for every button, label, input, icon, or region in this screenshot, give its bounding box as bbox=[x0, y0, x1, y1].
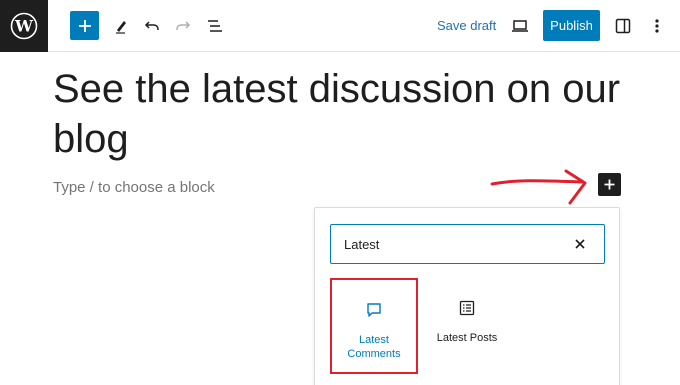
add-block-button[interactable] bbox=[70, 11, 99, 40]
sidebar-toggle-icon bbox=[615, 18, 631, 34]
block-inserter-toggle[interactable] bbox=[598, 173, 621, 196]
publish-button[interactable]: Publish bbox=[543, 10, 600, 41]
plus-icon bbox=[604, 179, 615, 190]
list-view-button[interactable] bbox=[200, 11, 230, 41]
wordpress-logo-button[interactable]: W bbox=[0, 0, 48, 52]
pencil-icon bbox=[116, 21, 126, 34]
comment-icon bbox=[367, 303, 381, 317]
plus-icon bbox=[78, 19, 91, 32]
block-search-input[interactable]: Latest bbox=[330, 224, 605, 264]
clear-search-button[interactable] bbox=[571, 235, 589, 253]
wordpress-logo-icon: W bbox=[10, 12, 38, 40]
block-option-latest-comments[interactable]: Latest Comments bbox=[330, 278, 418, 374]
block-option-label: Latest Comments bbox=[347, 334, 401, 360]
post-title[interactable]: See the latest discussion on our blog bbox=[53, 64, 653, 164]
quick-inserter-popover: Latest Latest Comments Latest Posts bbox=[314, 207, 620, 385]
preview-button[interactable] bbox=[505, 11, 535, 41]
close-icon bbox=[575, 239, 585, 249]
block-placeholder[interactable]: Type / to choose a block bbox=[53, 179, 215, 196]
tools-button[interactable] bbox=[106, 11, 136, 41]
redo-button[interactable] bbox=[168, 11, 198, 41]
annotation-arrow-icon bbox=[490, 169, 587, 205]
settings-button[interactable] bbox=[608, 11, 638, 41]
save-draft-button[interactable]: Save draft bbox=[437, 18, 496, 33]
editor-toolbar: W Save draft Publish bbox=[0, 0, 680, 52]
undo-icon bbox=[144, 21, 159, 30]
list-view-icon bbox=[208, 20, 222, 32]
svg-text:W: W bbox=[14, 17, 34, 36]
redo-icon bbox=[176, 21, 191, 30]
options-button[interactable] bbox=[642, 11, 672, 41]
laptop-icon bbox=[512, 20, 528, 32]
more-vertical-icon bbox=[655, 19, 659, 33]
undo-button[interactable] bbox=[137, 11, 167, 41]
post-list-icon bbox=[459, 300, 475, 316]
search-input-value: Latest bbox=[344, 237, 380, 252]
block-option-label: Latest Posts bbox=[436, 332, 498, 344]
block-option-latest-posts[interactable]: Latest Posts bbox=[423, 278, 511, 374]
